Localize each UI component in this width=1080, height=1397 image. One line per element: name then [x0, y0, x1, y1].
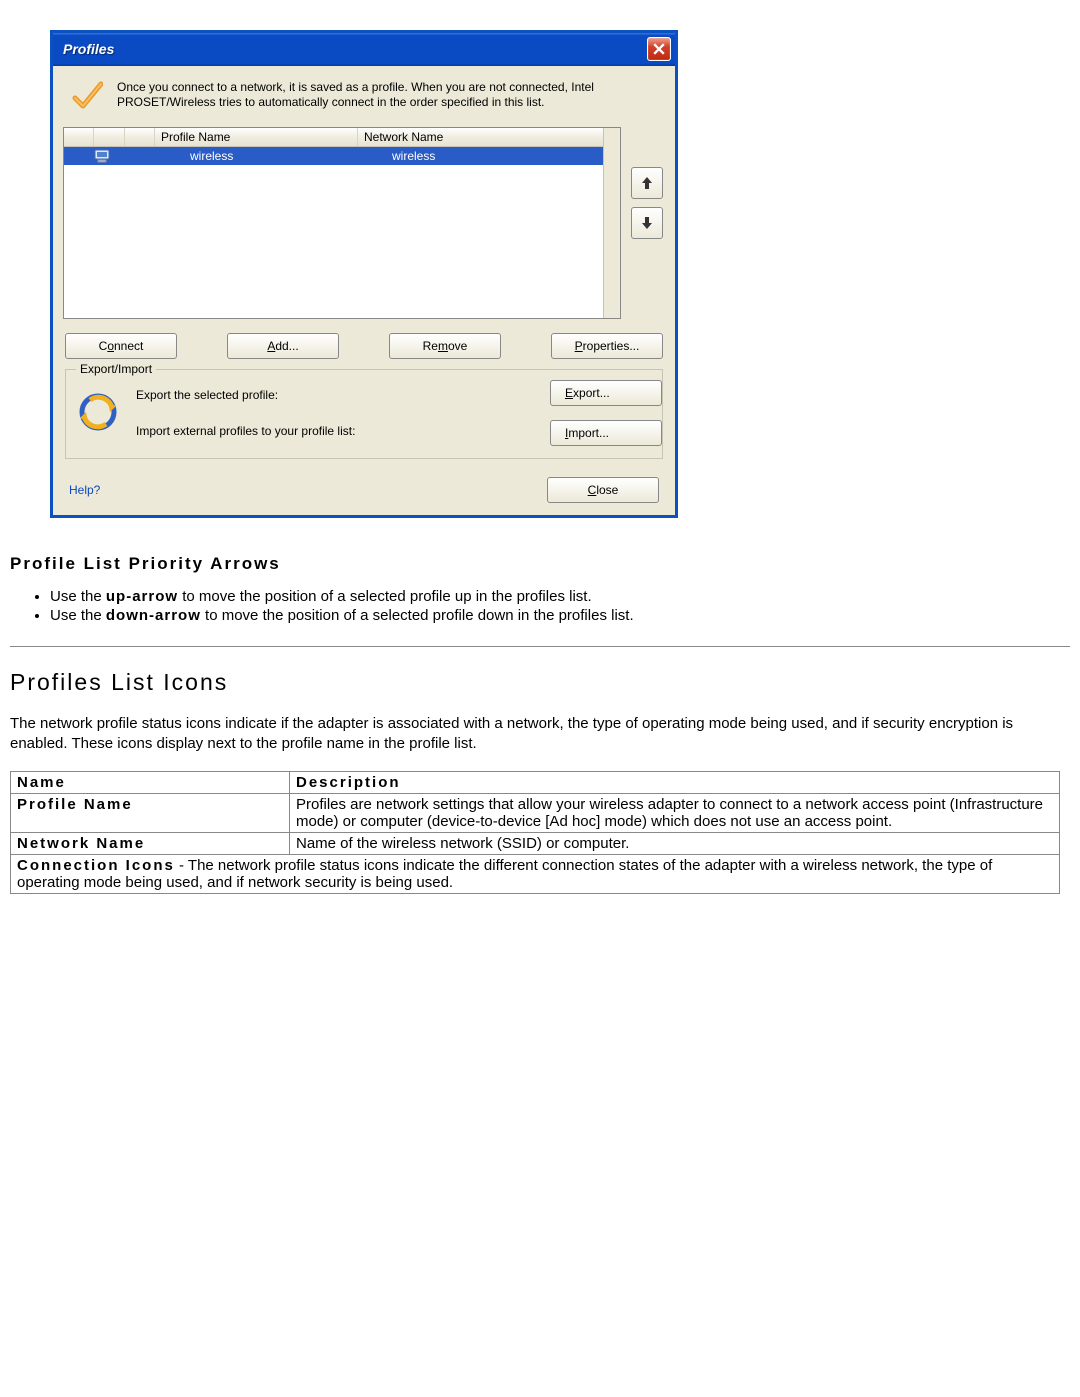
profile-list-row[interactable]: wireless wireless: [64, 147, 620, 165]
row-network-name: wireless: [386, 149, 620, 163]
bullet-up-arrow: Use the up-arrow to move the position of…: [50, 588, 1070, 605]
icons-paragraph: The network profile status icons indicat…: [10, 714, 1066, 755]
move-down-button[interactable]: [631, 207, 663, 239]
bullet-down-arrow: Use the down-arrow to move the position …: [50, 607, 1070, 624]
row-profile-name-desc: Profiles are network settings that allow…: [290, 793, 1060, 832]
dialog-titlebar[interactable]: Profiles: [53, 33, 675, 66]
import-button[interactable]: Import...: [550, 420, 662, 446]
export-label: Export the selected profile:: [136, 388, 536, 402]
row-profile-name: wireless: [184, 149, 386, 163]
profiles-dialog: Profiles Once you connect to a network, …: [50, 30, 678, 518]
computer-icon: [94, 149, 110, 163]
add-button[interactable]: Add...: [227, 333, 339, 359]
import-label: Import external profiles to your profile…: [136, 424, 536, 438]
export-import-group: Export/Import Export: [65, 369, 663, 459]
section-heading-icons: Profiles List Icons: [10, 669, 1070, 696]
move-up-button[interactable]: [631, 167, 663, 199]
row-network-name-label: Network Name: [11, 832, 290, 854]
checkmark-icon: [71, 80, 103, 115]
dialog-title: Profiles: [63, 41, 114, 57]
properties-button[interactable]: Properties...: [551, 333, 663, 359]
connect-button[interactable]: Connect: [65, 333, 177, 359]
section-heading-arrows: Profile List Priority Arrows: [10, 554, 1070, 574]
export-button[interactable]: Export...: [550, 380, 662, 406]
divider: [10, 646, 1070, 647]
row-connection-icons: Connection Icons - The network profile s…: [11, 854, 1060, 893]
th-name: Name: [11, 771, 290, 793]
th-desc: Description: [290, 771, 1060, 793]
intro-text: Once you connect to a network, it is sav…: [117, 80, 635, 115]
export-import-legend: Export/Import: [76, 362, 156, 376]
icons-table: Name Description Profile Name Profiles a…: [10, 771, 1060, 894]
close-icon[interactable]: [647, 37, 671, 61]
list-header[interactable]: Profile Name Network Name: [64, 128, 620, 147]
export-import-icon: [78, 392, 122, 435]
close-button[interactable]: Close: [547, 477, 659, 503]
profile-list[interactable]: Profile Name Network Name wireless wirel…: [63, 127, 621, 319]
row-profile-name-label: Profile Name: [11, 793, 290, 832]
help-link[interactable]: Help?: [69, 483, 100, 497]
remove-button[interactable]: Remove: [389, 333, 501, 359]
col-profile-name[interactable]: Profile Name: [155, 128, 358, 146]
row-network-name-desc: Name of the wireless network (SSID) or c…: [290, 832, 1060, 854]
col-network-name[interactable]: Network Name: [358, 128, 620, 146]
